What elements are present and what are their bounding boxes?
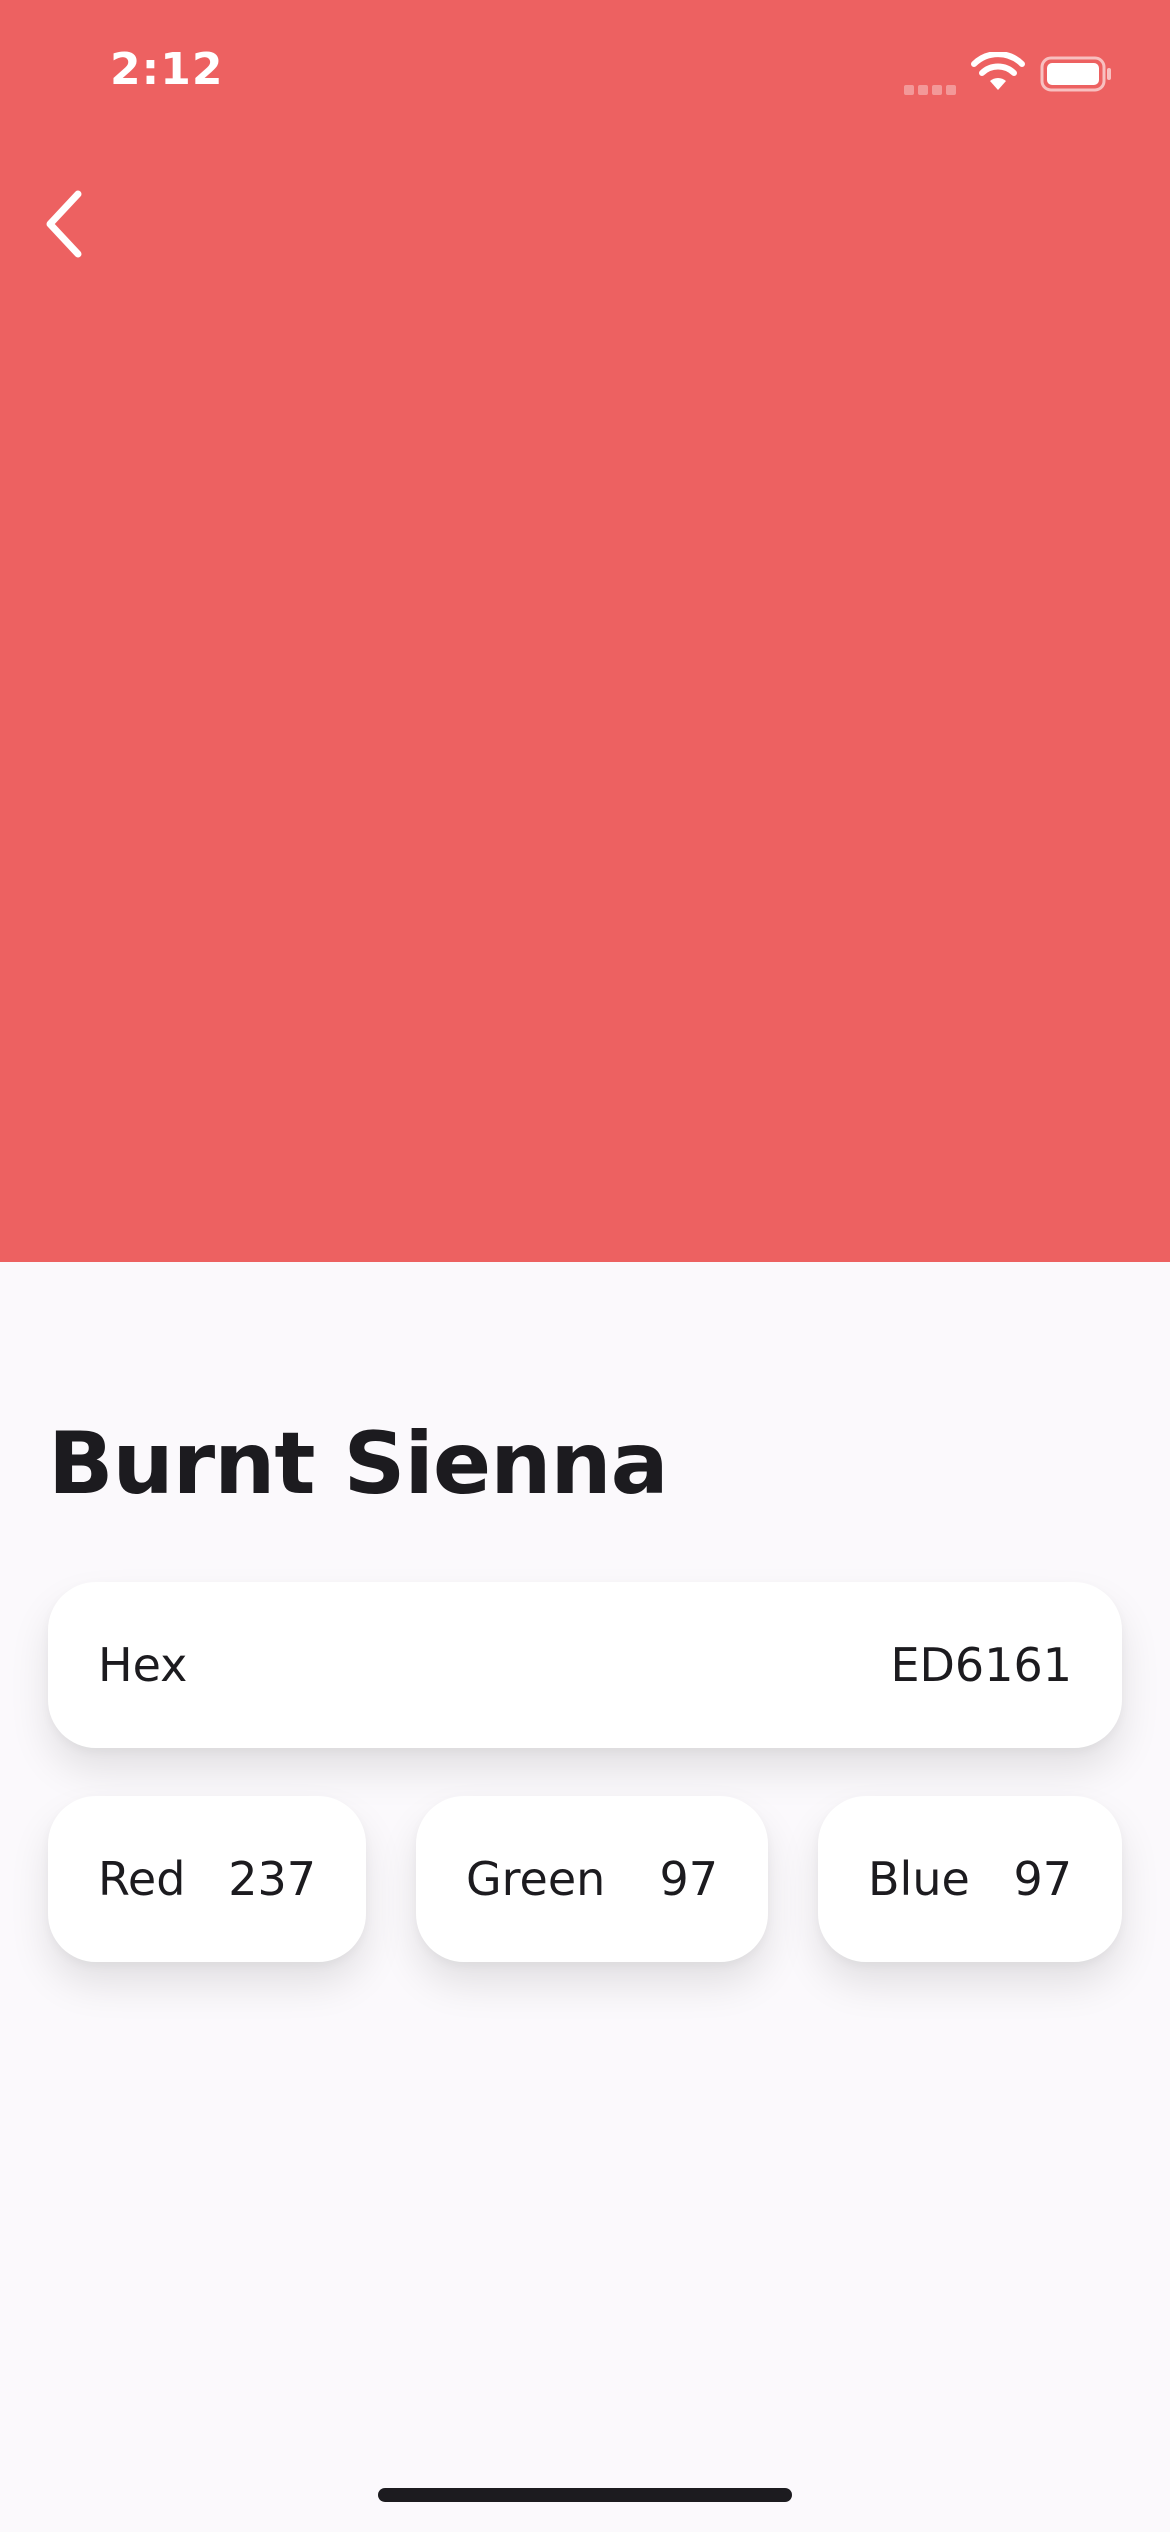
hex-value: ED6161 — [890, 1638, 1072, 1692]
red-label: Red — [98, 1852, 186, 1906]
green-label: Green — [466, 1852, 606, 1906]
green-card[interactable]: Green 97 — [416, 1796, 768, 1962]
wifi-icon — [971, 52, 1025, 90]
status-bar: 2:12 — [0, 0, 1170, 150]
cellular-signal-icon — [904, 80, 960, 95]
blue-card[interactable]: Blue 97 — [818, 1796, 1122, 1962]
color-swatch — [0, 0, 1170, 1262]
red-value: 237 — [228, 1852, 316, 1906]
home-indicator[interactable] — [378, 2488, 792, 2502]
color-name-title: Burnt Sienna — [48, 1414, 669, 1514]
red-card[interactable]: Red 237 — [48, 1796, 366, 1962]
green-value: 97 — [659, 1852, 718, 1906]
hex-label: Hex — [98, 1638, 188, 1692]
blue-value: 97 — [1013, 1852, 1072, 1906]
color-detail-screen: 2:12 Burnt Sienna Hex ED6161 Red 237 Gre… — [0, 0, 1170, 2532]
battery-icon — [1040, 56, 1111, 92]
status-time: 2:12 — [110, 44, 224, 95]
chevron-left-icon — [46, 190, 82, 258]
blue-label: Blue — [868, 1852, 970, 1906]
back-button[interactable] — [36, 186, 96, 262]
hex-card[interactable]: Hex ED6161 — [48, 1582, 1122, 1748]
